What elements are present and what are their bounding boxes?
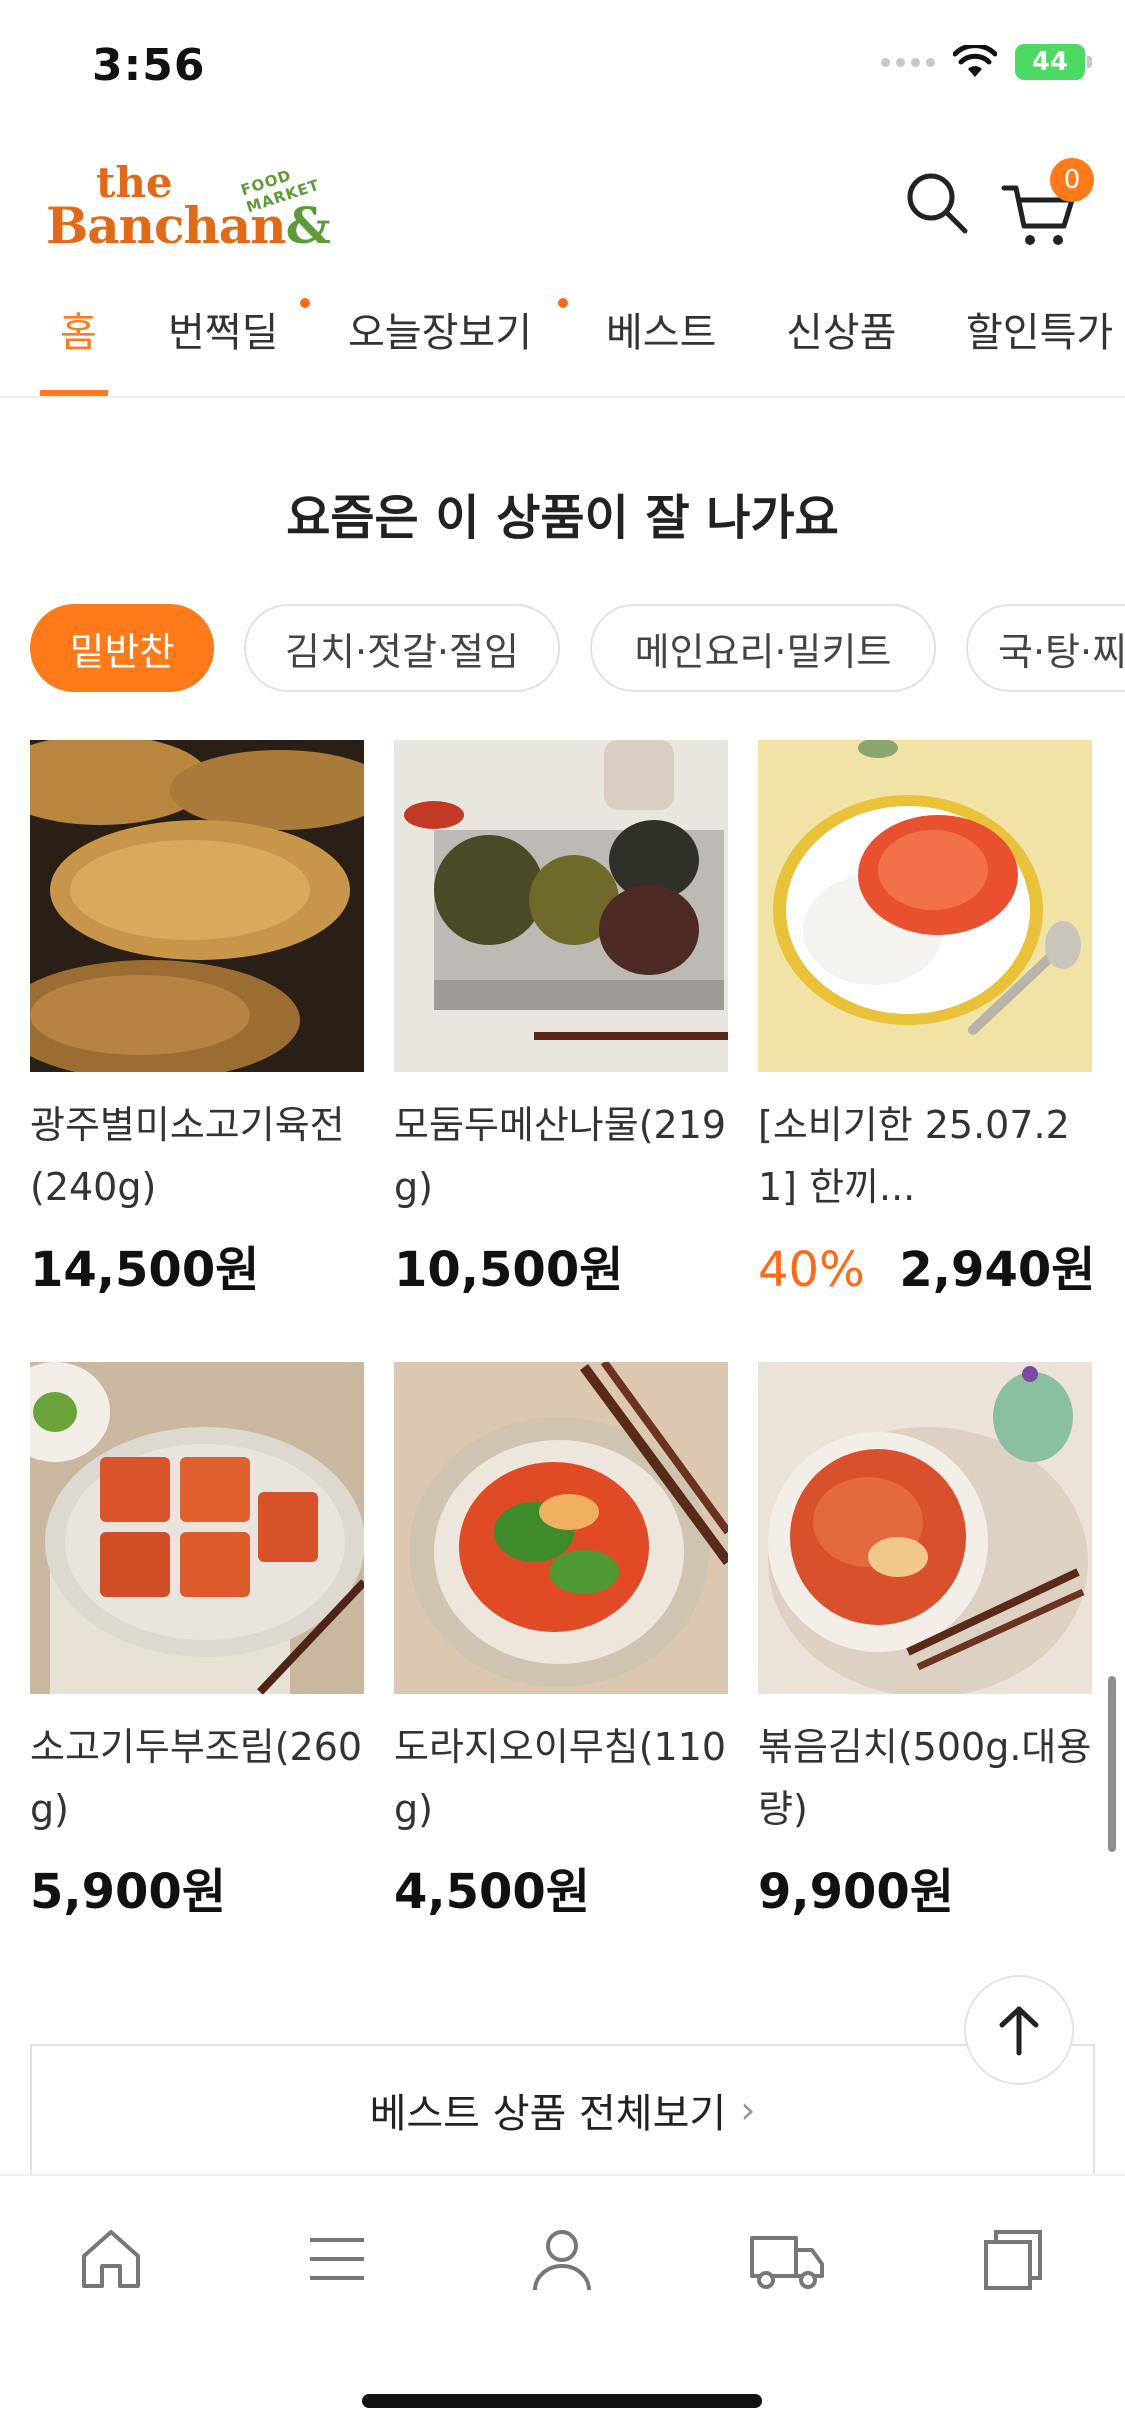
bottom-tab-menu[interactable]: [292, 2214, 382, 2304]
tab-today-shopping-new-dot: [558, 298, 568, 308]
home-indicator: [362, 2394, 762, 2408]
product-card[interactable]: 모둠두메산나물(219g) 10,500원: [394, 740, 728, 1300]
view-all-best-button[interactable]: 베스트 상품 전체보기 ›: [30, 2044, 1095, 2174]
product-name: 도라지오이무침(110g): [394, 1725, 727, 1831]
cart-button[interactable]: 0: [1000, 158, 1094, 250]
status-time: 3:56: [92, 40, 206, 91]
product-card[interactable]: 소고기두부조림(260g) 5,900원: [30, 1362, 364, 1922]
user-icon: [533, 2230, 591, 2291]
product-price: 14,500원: [30, 1242, 260, 1298]
search-icon: [907, 173, 968, 234]
category-chips: 밑반찬 김치·젓갈·절임 메인요리·밀키트 국·탕·찌개: [0, 600, 1125, 696]
product-image[interactable]: [758, 1362, 1092, 1694]
product-image[interactable]: [30, 1362, 364, 1694]
app-header: the FOOD MARKET Banchan& 0: [0, 140, 1125, 270]
product-card[interactable]: [소비기한 25.07.21] 한끼... 40% 2,940원: [758, 740, 1096, 1300]
product-image[interactable]: [758, 740, 1092, 1072]
active-tab-underline: [40, 390, 108, 396]
product-price-row: 9,900원: [758, 1852, 1092, 1922]
product-name: 광주별미소고기육전(240g): [30, 1103, 345, 1209]
chip-main-dish[interactable]: 메인요리·밀키트: [590, 604, 936, 692]
search-button[interactable]: [902, 168, 972, 238]
bottom-tab-delivery[interactable]: [742, 2214, 832, 2304]
tab-flash-deal-label: 번쩍딜: [168, 310, 279, 356]
bottom-tab-home[interactable]: [66, 2214, 156, 2304]
tab-today-shopping-label: 오늘장보기: [348, 310, 532, 356]
product-price: 9,900원: [758, 1864, 954, 1920]
menu-icon: [310, 2238, 364, 2280]
scroll-indicator[interactable]: [1108, 1676, 1116, 1852]
product-price-row: 4,500원: [394, 1852, 728, 1922]
category-nav-tabs: 홈 번쩍딜 오늘장보기 베스트 신상품 할인특가: [0, 290, 1125, 398]
bottom-tab-my-page[interactable]: [517, 2214, 607, 2304]
bottom-tab-recent[interactable]: [968, 2214, 1058, 2304]
brand-logo[interactable]: the FOOD MARKET Banchan&: [46, 158, 366, 258]
tab-flash-deal[interactable]: 번쩍딜: [168, 300, 278, 396]
product-card[interactable]: 도라지오이무침(110g) 4,500원: [394, 1362, 728, 1922]
view-all-label: 베스트 상품 전체보기: [369, 2091, 727, 2137]
delivery-truck-icon: [750, 2236, 824, 2289]
logo-banchan: Banchan&: [46, 196, 331, 255]
cart-count-badge: 0: [1050, 158, 1094, 202]
scroll-to-top-button[interactable]: [964, 1975, 1074, 2085]
product-price-row: 5,900원: [30, 1852, 364, 1922]
product-price-row: 14,500원: [30, 1230, 364, 1300]
product-discount-rate: 40%: [758, 1242, 865, 1298]
product-price: 5,900원: [30, 1864, 226, 1920]
wifi-icon: [953, 45, 997, 77]
arrow-up-icon: [999, 2006, 1039, 2056]
product-image[interactable]: [394, 1362, 728, 1694]
product-image[interactable]: [394, 740, 728, 1072]
product-name: 볶음김치(500g.대용량): [758, 1725, 1092, 1831]
product-card[interactable]: 볶음김치(500g.대용량) 9,900원: [758, 1362, 1092, 1922]
tab-home[interactable]: 홈: [60, 300, 97, 396]
recent-items-icon: [984, 2230, 1042, 2290]
product-price-row: 40% 2,940원: [758, 1230, 1096, 1300]
product-price: 10,500원: [394, 1242, 624, 1298]
product-name: [소비기한 25.07.21] 한끼...: [758, 1103, 1070, 1209]
chip-side-dishes[interactable]: 밑반찬: [30, 604, 214, 692]
tab-today-shopping[interactable]: 오늘장보기: [348, 300, 532, 396]
chevron-right-icon: ›: [740, 2088, 756, 2132]
tab-flash-deal-new-dot: [300, 298, 310, 308]
product-name: 소고기두부조림(260g): [30, 1725, 363, 1831]
battery-icon: 44: [1015, 44, 1092, 80]
product-price: 2,940원: [899, 1242, 1096, 1298]
status-bar: 3:56 44: [0, 0, 1125, 140]
product-card[interactable]: 광주별미소고기육전(240g) 14,500원: [30, 740, 364, 1300]
product-price: 4,500원: [394, 1864, 590, 1920]
chip-kimchi[interactable]: 김치·젓갈·절임: [244, 604, 560, 692]
section-title: 요즘은 이 상품이 잘 나가요: [286, 490, 839, 546]
tab-best[interactable]: 베스트: [606, 300, 716, 396]
cellular-signal-icon: [881, 57, 935, 67]
chip-soup[interactable]: 국·탕·찌개: [966, 604, 1125, 692]
battery-level: 44: [1031, 47, 1069, 77]
tab-discount[interactable]: 할인특가: [966, 300, 1113, 396]
product-image[interactable]: [30, 740, 364, 1072]
tab-new-products[interactable]: 신상품: [786, 300, 896, 396]
product-name: 모둠두메산나물(219g): [394, 1103, 727, 1209]
status-indicators: 44: [881, 44, 1092, 80]
home-icon: [82, 2230, 140, 2288]
product-price-row: 10,500원: [394, 1230, 728, 1300]
